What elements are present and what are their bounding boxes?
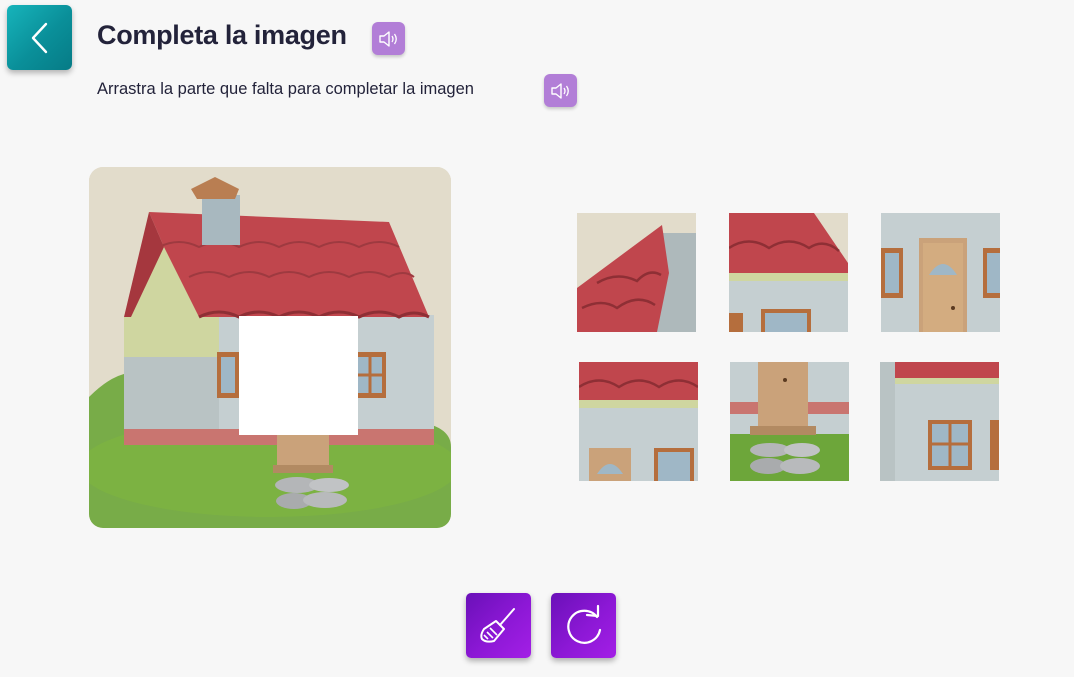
piece-5-illustration [730, 362, 849, 481]
chevron-left-icon [31, 22, 47, 53]
piece-option-4[interactable] [579, 362, 698, 481]
broom-icon [479, 607, 515, 643]
piece-6-illustration [880, 362, 999, 481]
instruction-text: Arrastra la parte que falta para complet… [97, 80, 474, 98]
puzzle-image [89, 167, 451, 528]
piece-4-illustration [579, 362, 698, 481]
piece-option-5[interactable] [730, 362, 849, 481]
piece-2-illustration [729, 213, 848, 332]
piece-option-2[interactable] [729, 213, 848, 332]
back-button[interactable] [7, 5, 72, 70]
restart-icon [566, 604, 601, 644]
speaker-icon [550, 82, 569, 99]
clear-button[interactable] [466, 593, 531, 658]
piece-1-illustration [577, 213, 696, 332]
page-title: Completa la imagen [97, 20, 347, 50]
speaker-icon [378, 30, 397, 47]
title-audio-button[interactable] [372, 22, 405, 55]
piece-option-6[interactable] [880, 362, 999, 481]
piece-option-3[interactable] [881, 213, 1000, 332]
missing-piece-slot[interactable] [239, 316, 358, 435]
piece-option-1[interactable] [577, 213, 696, 332]
instruction-audio-button[interactable] [544, 74, 577, 107]
piece-3-illustration [881, 213, 1000, 332]
restart-button[interactable] [551, 593, 616, 658]
